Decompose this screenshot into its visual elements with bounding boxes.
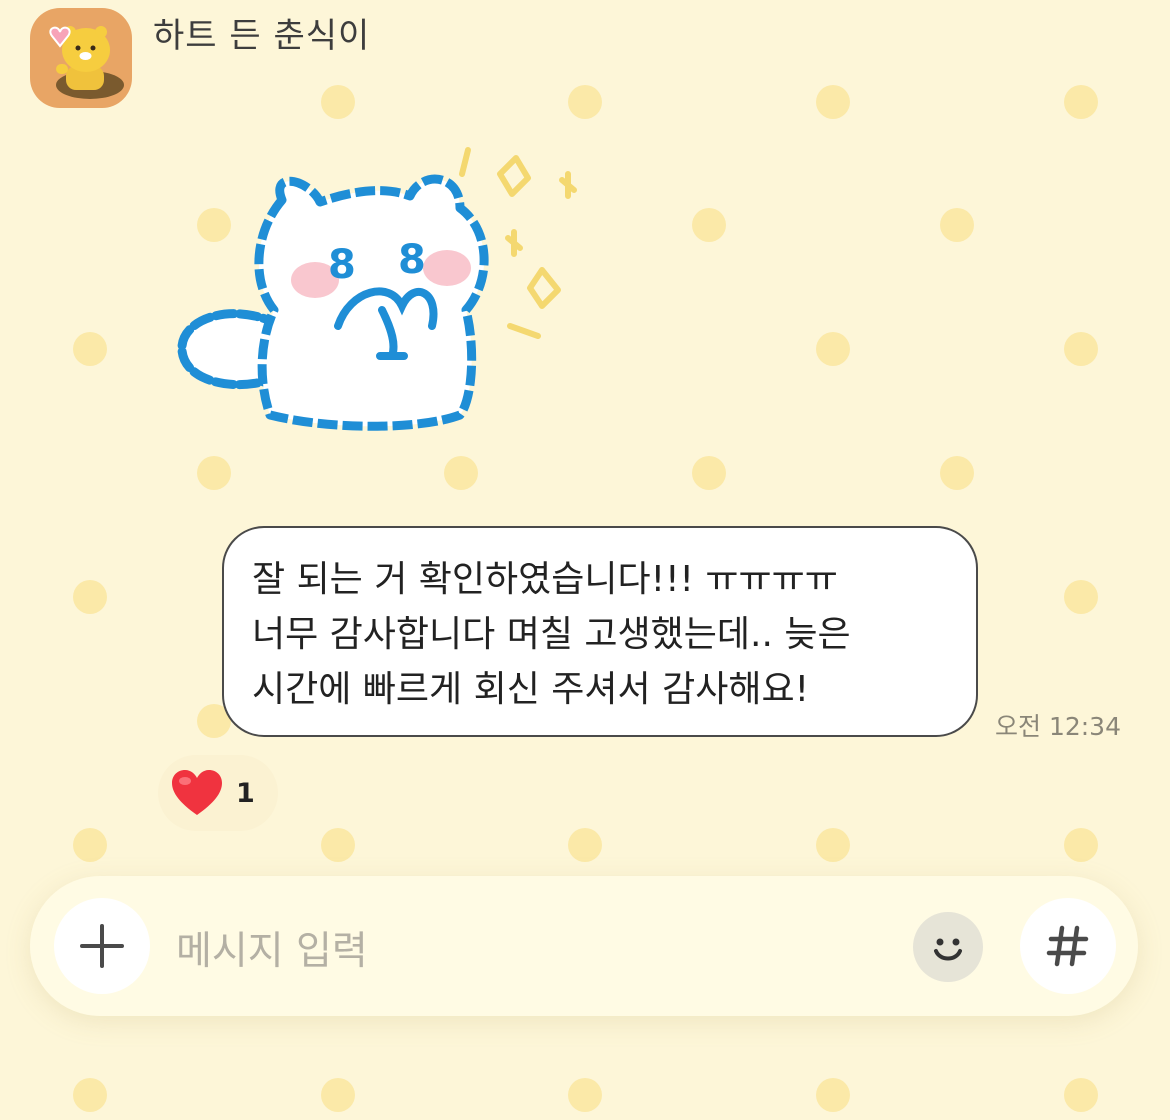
heart-reaction-badge[interactable]: 1 <box>158 755 278 831</box>
message-line: 시간에 빠르게 회신 주셔서 감사해요! <box>252 669 810 710</box>
emoticon-button[interactable] <box>913 912 983 982</box>
message-bubble[interactable]: 잘 되는 거 확인하였습니다!!! ㅠㅠㅠㅠ 너무 감사합니다 며칠 고생했는데… <box>222 526 978 737</box>
hashtag-search-button[interactable] <box>1020 898 1116 994</box>
message-line: 잘 되는 거 확인하였습니다!!! ㅠㅠㅠㅠ <box>252 559 838 600</box>
message-line: 너무 감사합니다 며칠 고생했는데.. 늦은 <box>252 614 851 655</box>
choonsik-heart-avatar-icon <box>49 26 124 99</box>
message-timestamp: 오전 12:34 <box>995 712 1121 741</box>
add-attachment-button[interactable] <box>54 898 150 994</box>
plus-icon <box>80 924 124 968</box>
white-cat-sparkles-sticker-icon: 8 8 <box>177 147 577 431</box>
reaction-count: 1 <box>236 777 255 809</box>
sender-avatar[interactable] <box>30 8 132 108</box>
sender-name: 하트 든 춘식이 <box>153 16 371 56</box>
svg-text:8: 8 <box>398 237 426 283</box>
hash-icon <box>1046 925 1089 967</box>
smile-emoticon-icon <box>934 938 962 961</box>
red-heart-icon <box>172 770 222 815</box>
message-input[interactable]: 메시지 입력 <box>176 920 368 976</box>
white-cat-sparkles-sticker[interactable]: 8 8 <box>170 130 600 450</box>
svg-text:8: 8 <box>328 242 356 288</box>
